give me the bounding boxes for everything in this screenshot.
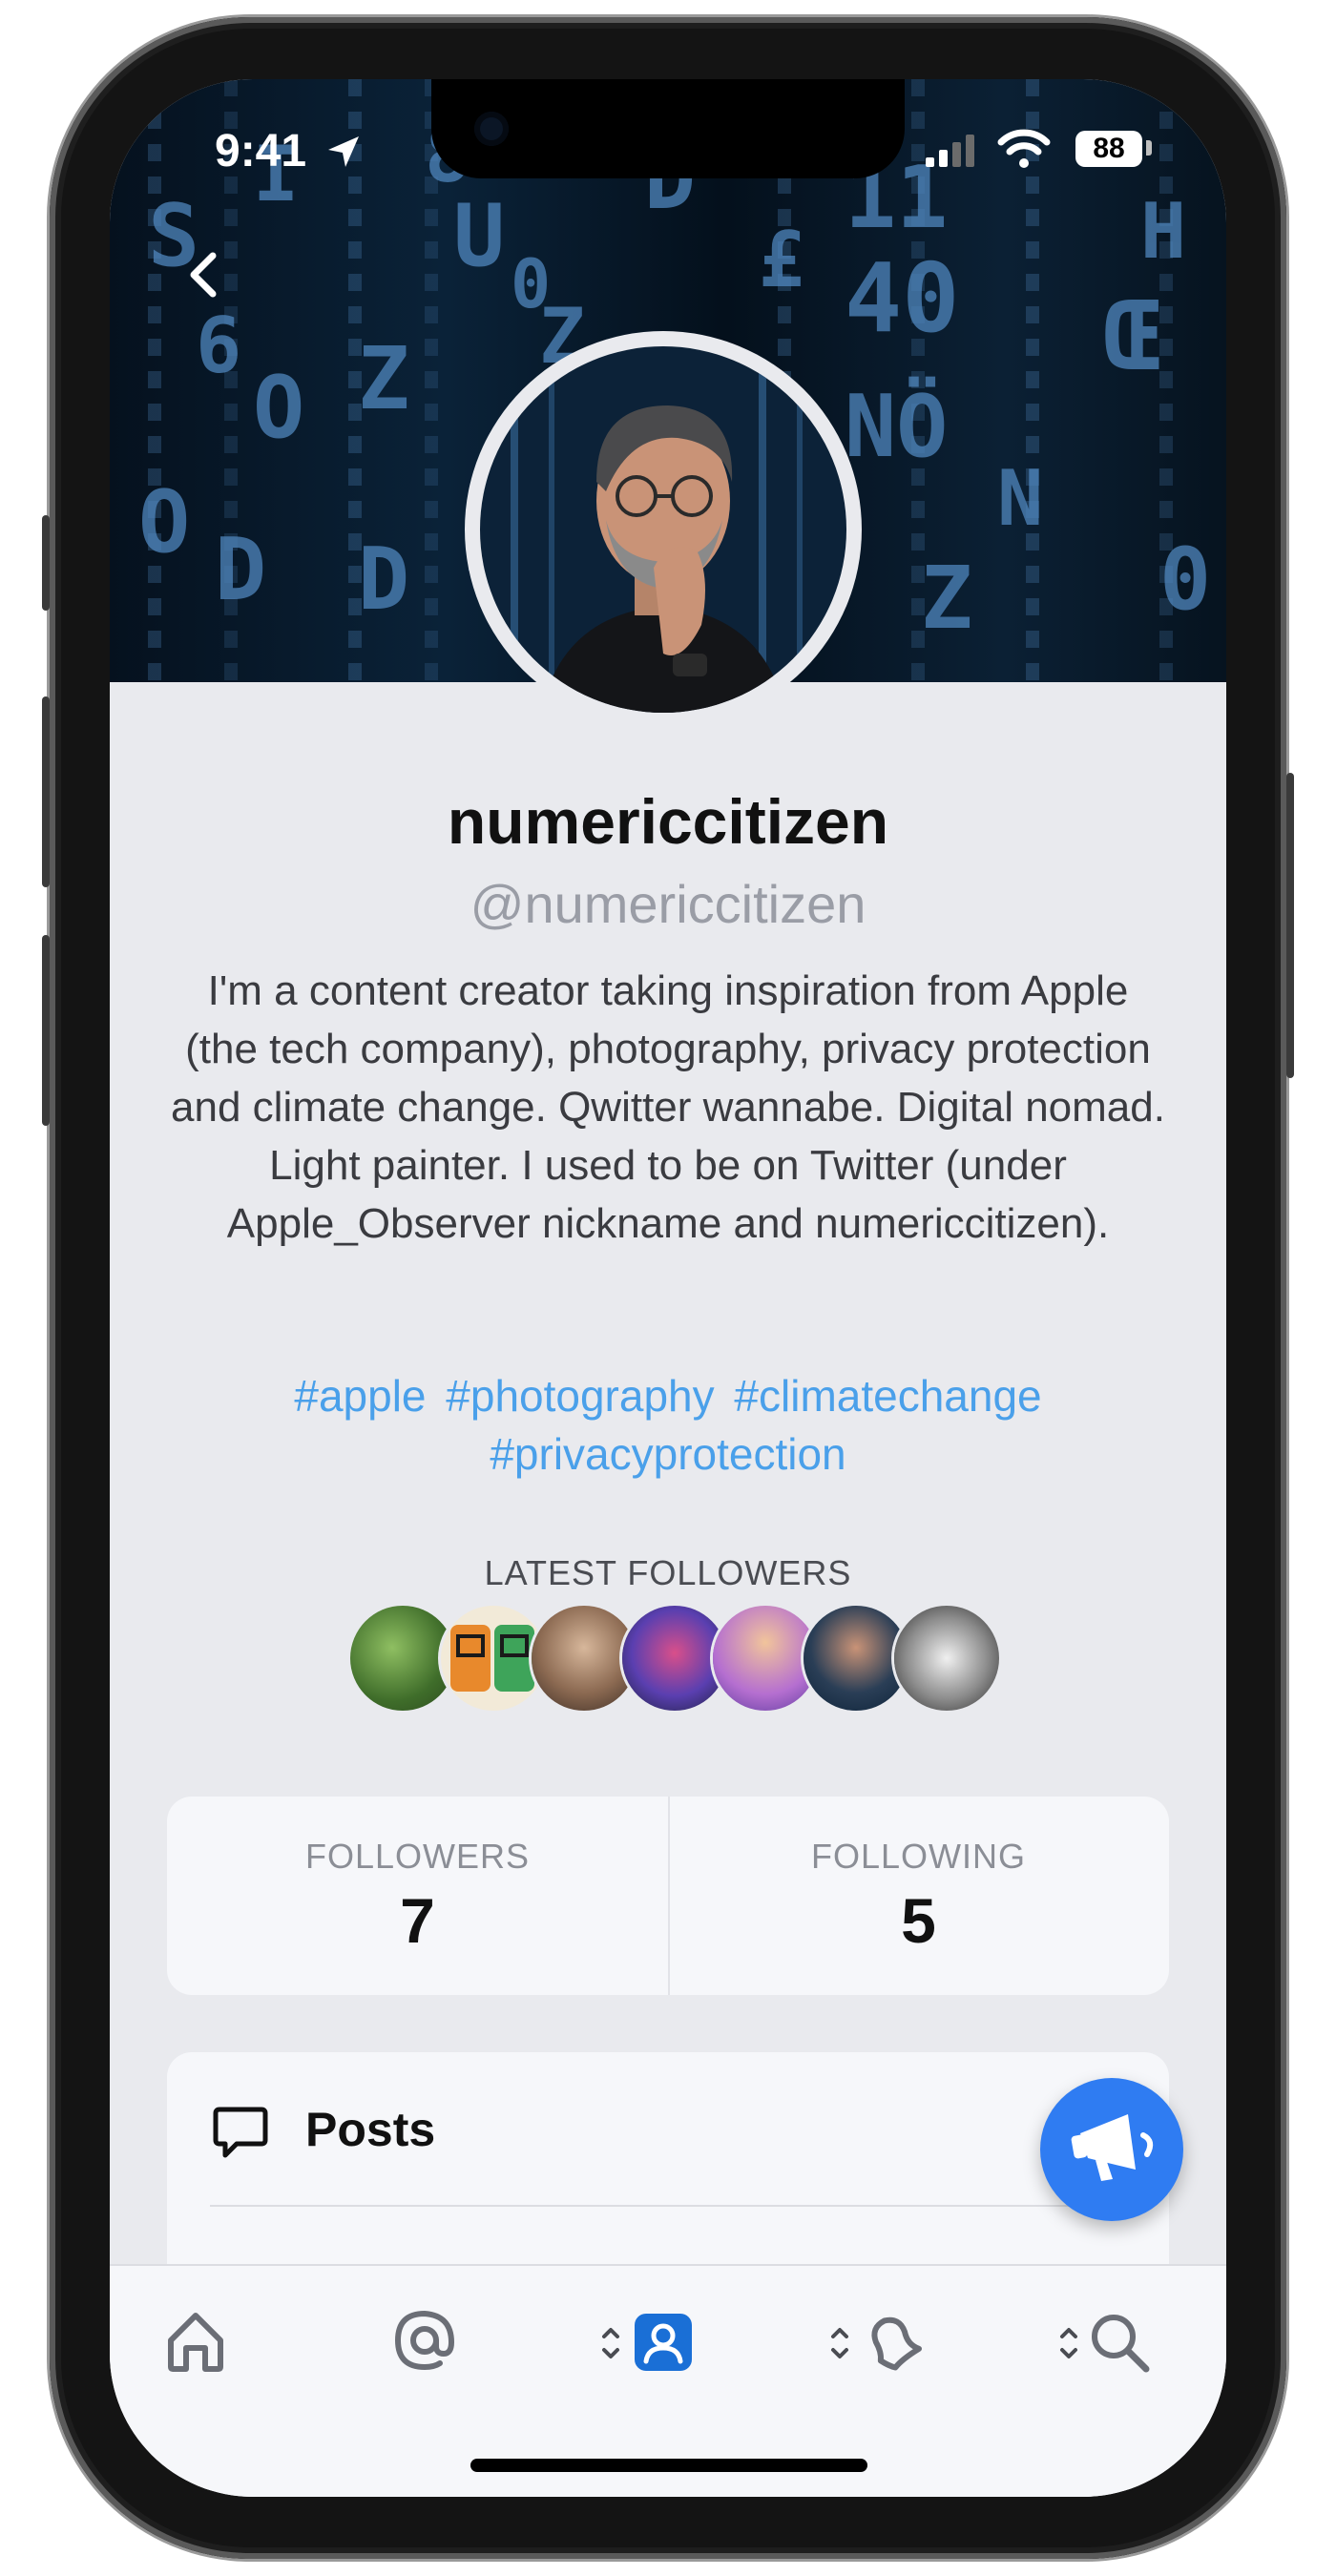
battery-level: 88 <box>1075 131 1142 167</box>
followers-label: FOLLOWERS <box>304 1837 531 1876</box>
search-icon <box>1092 2315 1150 2373</box>
profile-bio: I'm a content creator taking inspiration… <box>171 967 1165 1247</box>
tab-notifications[interactable] <box>816 2302 969 2388</box>
screen: S 6 O I O D Z U D 8 D Z 0 D £ 11 40 NÖ Œ… <box>110 79 1226 2497</box>
switch-chevrons-icon <box>1060 2328 1077 2358</box>
profile-handle: @numericcitizen <box>470 874 866 934</box>
home-icon <box>168 2313 223 2372</box>
banner-glyph: 40 <box>845 242 960 354</box>
chevron-left-icon[interactable] <box>177 246 234 303</box>
banner-glyph: O <box>138 472 191 572</box>
banner-glyph: O <box>253 358 305 458</box>
device-volume-down-button <box>42 935 50 1126</box>
tab-profile[interactable] <box>587 2302 740 2388</box>
home-indicator[interactable] <box>470 2459 867 2472</box>
banner-glyph: £ <box>759 216 805 304</box>
followers-stat[interactable]: FOLLOWERS 7 <box>167 1797 668 1995</box>
banner-glyph: Z <box>358 329 410 429</box>
profile-icon <box>635 2314 692 2371</box>
hashtag-link[interactable]: #photography <box>446 1371 714 1421</box>
followers-count: 7 <box>400 1885 435 1956</box>
follower-avatar[interactable] <box>350 1606 455 1711</box>
status-time: 9:41 <box>215 126 307 177</box>
avatar-illustration <box>472 339 854 720</box>
cellular-signal-icon <box>926 135 974 167</box>
device-volume-up-button <box>42 696 50 887</box>
follower-avatar[interactable] <box>532 1606 637 1711</box>
bell-icon <box>871 2316 923 2371</box>
banner-glyph: D <box>358 530 410 630</box>
megaphone-icon <box>1071 2114 1154 2181</box>
follower-avatar[interactable] <box>804 1606 908 1711</box>
menu-divider <box>210 2205 1126 2207</box>
speech-bubble-icon <box>213 2107 268 2158</box>
following-count: 5 <box>901 1885 936 1956</box>
banner-glyph: NÖ <box>845 377 949 477</box>
banner-glyph: H <box>1140 187 1187 276</box>
profile-hashtags: #apple #photography #climatechange #priv… <box>167 1367 1169 1484</box>
compose-button[interactable] <box>1040 2078 1183 2221</box>
switch-chevrons-icon <box>602 2328 619 2358</box>
follower-avatar[interactable] <box>622 1606 727 1711</box>
profile-display-name: numericcitizen <box>447 786 889 857</box>
switch-chevrons-icon <box>831 2328 848 2358</box>
profile-avatar[interactable] <box>472 339 854 720</box>
following-stat[interactable]: FOLLOWING 5 <box>668 1797 1169 1995</box>
follower-avatar[interactable] <box>713 1606 818 1711</box>
follower-avatar[interactable] <box>441 1606 546 1711</box>
tab-mentions[interactable] <box>386 2302 501 2388</box>
banner-glyph: U <box>453 186 506 286</box>
battery-tip <box>1146 140 1152 156</box>
tab-search[interactable] <box>1045 2302 1198 2388</box>
front-camera <box>474 112 509 146</box>
at-sign-icon <box>394 2310 455 2371</box>
menu-item-posts[interactable]: Posts <box>167 2052 1169 2205</box>
hashtag-link[interactable]: #privacyprotection <box>490 1429 845 1479</box>
banner-glyph: 0 <box>511 245 552 323</box>
hashtag-link[interactable]: #climatechange <box>734 1371 1041 1421</box>
tab-home[interactable] <box>157 2302 272 2388</box>
banner-glyph: Œ <box>1102 280 1160 392</box>
device-power-button <box>1286 773 1294 1078</box>
location-arrow-icon <box>328 136 359 167</box>
wifi-icon <box>997 129 1051 168</box>
menu-item-posts-label: Posts <box>305 2103 436 2156</box>
hashtag-link[interactable]: #apple <box>294 1371 426 1421</box>
banner-glyph: 6 <box>196 301 242 390</box>
banner-glyph: Z <box>921 549 973 649</box>
following-label: FOLLOWING <box>810 1837 1027 1876</box>
device-action-button <box>42 515 50 611</box>
banner-glyph: N <box>997 454 1044 543</box>
follow-stats-card: FOLLOWERS 7 FOLLOWING 5 <box>167 1797 1169 1995</box>
banner-glyph: D <box>215 520 267 620</box>
banner-glyph: 0 <box>1159 530 1212 630</box>
follower-avatar[interactable] <box>894 1606 999 1711</box>
latest-followers-title: LATEST FOLLOWERS <box>484 1553 852 1592</box>
